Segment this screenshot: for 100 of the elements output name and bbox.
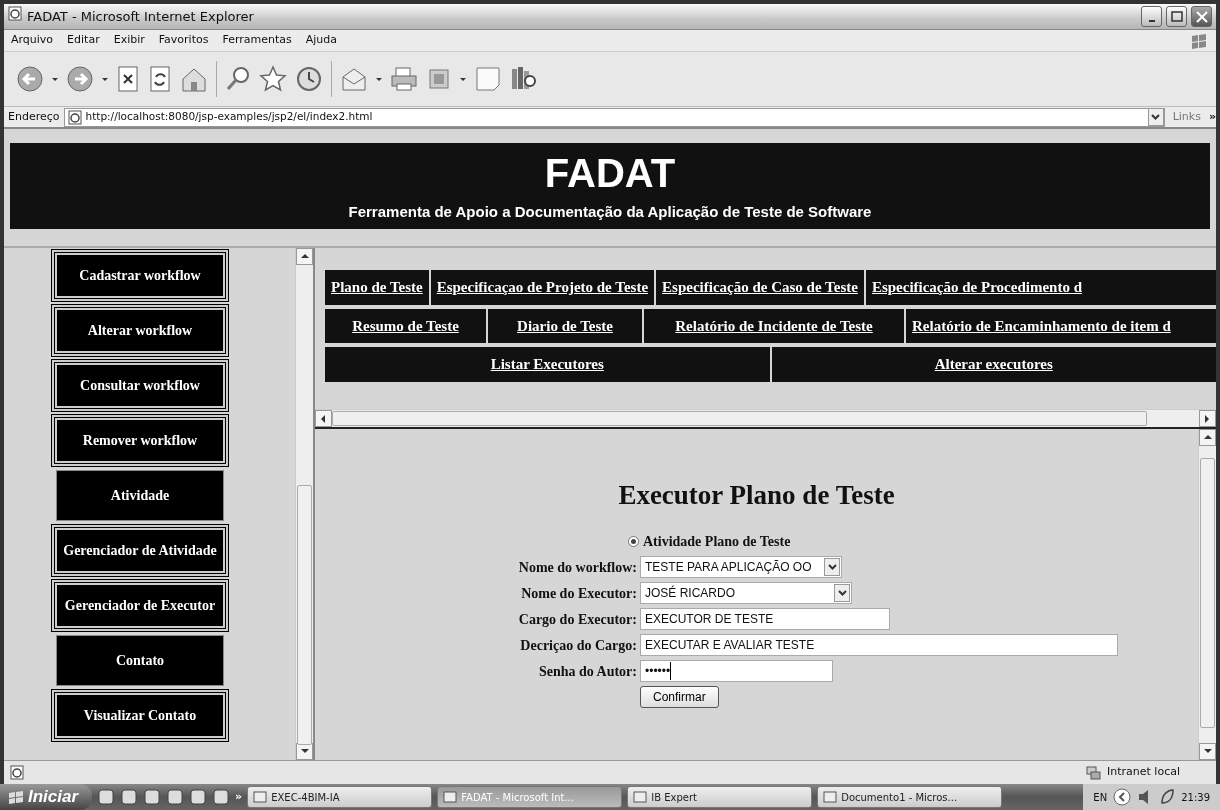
field-label: Decriçao do Cargo: [519,636,638,655]
radio-button[interactable] [628,536,639,548]
form-title: Executor Plano de Teste [617,479,896,512]
scroll-thumb[interactable] [1200,458,1215,728]
dropdown[interactable]: TESTE PARA APLICAÇÃO OO [640,556,842,579]
input-field[interactable]: EXECUTOR DE TESTE [640,608,890,631]
nav-link[interactable]: Relatório de Encaminhamento de item d [906,308,1216,343]
menu-item[interactable]: Arquivo [4,32,61,49]
scroll-thumb[interactable] [297,485,312,745]
nav-link[interactable]: Alterar executores [771,347,1216,382]
scroll-up-button[interactable] [1199,429,1216,446]
radio-label: Atividade Plano de Teste [643,533,791,552]
menu-item[interactable]: Ajuda [298,32,345,49]
banner-title: FADAT [543,151,677,195]
nav-link[interactable]: Listar Executores [325,347,770,382]
nav-link[interactable]: Diario de Teste [488,308,642,343]
taskbar-button[interactable]: Documento1 - Micros... [817,786,1003,808]
expand-tray-icon[interactable] [1113,788,1132,806]
field-label: Senha do Autor: [537,662,638,681]
windows-logo-icon [8,790,24,804]
page-icon [67,109,83,125]
sidebar-item[interactable]: Atividade [56,470,224,521]
address-label: Endereço [8,108,60,125]
password-field[interactable]: •••••• [640,660,833,683]
caret-icon[interactable] [52,77,58,81]
scroll-up-button[interactable] [296,248,313,265]
chevron-button[interactable]: » [1208,108,1216,126]
language-indicator[interactable]: EN [1093,789,1108,805]
nav-link[interactable]: Especificação de Caso de Teste [656,270,864,305]
minimize-button[interactable] [1141,6,1162,27]
scroll-thumb[interactable] [332,411,1147,426]
history-icon[interactable] [295,65,323,93]
page-icon [10,765,25,780]
scroll-down-button[interactable] [296,743,313,760]
scroll-down-button[interactable] [1199,743,1216,760]
windows-logo-icon [1189,31,1209,50]
scroll-right-button[interactable] [1199,410,1216,427]
vertical-scrollbar[interactable] [295,248,313,760]
refresh-icon[interactable] [148,65,172,93]
caret-icon[interactable] [102,77,108,81]
window-icon [253,791,268,803]
dropdown[interactable]: JOSÉ RICARDO [640,582,852,605]
sidebar-item[interactable]: Contato [56,635,224,686]
taskbar-button[interactable]: EXEC-4BIM-IA [247,786,433,808]
nav-link[interactable]: Relatório de Incidente de Teste [644,308,904,343]
caret-icon [837,590,847,597]
status-zone: Intranet local [1107,764,1180,781]
start-button[interactable]: Iniciar [0,784,93,810]
window-icon [443,791,458,803]
caret-icon[interactable] [376,77,382,81]
menu-item[interactable]: Editar [60,32,107,49]
banner-subtitle: Ferramenta de Apoio a Documentação da Aplicação de Teste de Software [347,202,873,222]
menu-item[interactable]: Exibir [106,32,152,49]
nav-link[interactable]: Especificaçao de Projeto de Teste [430,270,655,305]
menu-item[interactable]: Ferramentas [215,32,299,49]
print-icon[interactable] [390,65,418,93]
close-button[interactable] [1191,6,1212,27]
nav-link[interactable]: Especificação de Procedimento d [865,270,1216,305]
minimize-icon [1148,19,1155,22]
sidebar-item[interactable]: Gerenciador de Executor [52,580,228,631]
stop-icon[interactable] [116,65,140,93]
sidebar-item[interactable]: Cadastrar workflow [52,250,228,301]
window-title: FADAT - Microsoft Internet Explorer [27,7,255,26]
clock: 21:39 [1181,790,1210,805]
caret-icon [1151,114,1161,120]
forward-icon[interactable] [66,65,94,93]
maximize-icon [1168,9,1185,24]
leaf-icon[interactable] [1159,788,1176,806]
input-field[interactable]: EXECUTAR E AVALIAR TESTE [640,634,1118,657]
chevron-button[interactable]: » [235,788,243,806]
favorites-icon[interactable] [259,65,287,93]
address-field[interactable]: http://localhost:8080/jsp-examples/jsp2/el/index2.html [63,107,1165,127]
field-label: Nome do Executor: [520,584,638,603]
links-button[interactable]: Links [1168,108,1205,126]
caret-icon[interactable] [460,77,466,81]
window-icon [633,791,648,803]
nav-link[interactable]: Resumo de Teste [325,308,486,343]
taskbar-button[interactable]: IB Expert [627,786,813,808]
sidebar-item[interactable]: Alterar workflow [52,305,228,356]
field-label: Nome do workflow: [517,558,638,577]
close-icon [1193,9,1210,24]
nav-link[interactable]: Plano de Teste [325,270,429,305]
scroll-left-button[interactable] [315,410,332,427]
sidebar-item[interactable]: Gerenciador de Atividade [52,525,228,576]
search-icon[interactable] [225,65,251,93]
sidebar-item[interactable]: Visualizar Contato [52,690,228,741]
page-icon [8,6,23,22]
maximize-button[interactable] [1166,6,1187,27]
back-icon[interactable] [16,65,44,93]
caret-icon [827,564,837,571]
sidebar-item[interactable]: Remover workflow [52,415,228,466]
dropdown-button[interactable] [1147,108,1164,126]
confirm-button[interactable]: Confirmar [640,686,719,709]
field-label: Cargo do Executor: [517,610,638,629]
network-icon [1085,764,1101,781]
vertical-scrollbar[interactable] [1198,429,1216,760]
sidebar-item[interactable]: Consultar workflow [52,360,228,411]
horizontal-scrollbar[interactable] [315,409,1216,427]
menu-item[interactable]: Favoritos [151,32,216,49]
window-icon [823,791,838,803]
